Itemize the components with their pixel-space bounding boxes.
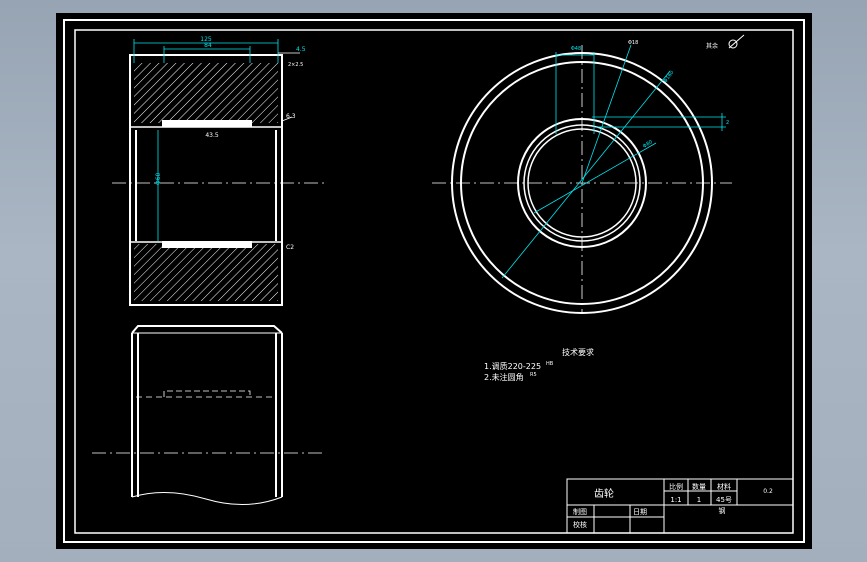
tech-title: 技术要求 xyxy=(562,347,594,357)
gear-drawing: 125 84 4.5 2×2.5 6.3 43.5 Φ60 C2 Φ48 Φ18… xyxy=(63,19,805,543)
part-name: 齿轮 xyxy=(594,487,614,500)
hatch-top xyxy=(134,63,278,123)
dim-circle-right: Φ18 xyxy=(628,40,638,46)
dim-bore-dia: Φ60 xyxy=(155,172,162,185)
scale-value: 1:1 xyxy=(670,496,681,504)
tech-line2: 2.未注圆角 xyxy=(484,372,524,382)
dim-bore-width: 43.5 xyxy=(205,132,219,139)
qty-label: 数量 xyxy=(692,482,706,491)
title-block: 齿轮 比例 数量 材料 1:1 1 45号 0.2 制图 校核 日期 钢 xyxy=(566,478,794,534)
dim-top-inner: 84 xyxy=(204,42,212,49)
roughness-note: 其余 xyxy=(706,42,718,50)
dim-side-right: 6.3 xyxy=(286,113,296,120)
footer-text: 钢 xyxy=(719,506,726,515)
hatch-bottom xyxy=(134,244,278,301)
side-view xyxy=(92,325,326,506)
front-view: Φ48 Φ18 Φ160 Φ80 2 其余 xyxy=(432,34,745,314)
scale-label: 比例 xyxy=(669,482,683,491)
dim-circle-diag: Φ160 xyxy=(663,70,676,84)
material-value: 45号 xyxy=(716,496,732,504)
qty-value: 1 xyxy=(697,496,701,504)
material-label: 材料 xyxy=(717,482,731,491)
dim-right-bottom: C2 xyxy=(286,244,294,251)
dim-circle-top: Φ48 xyxy=(571,46,581,52)
tech-line1-sup: HB xyxy=(546,361,554,367)
dim-side-small: 2 xyxy=(726,120,729,126)
section-view: 125 84 4.5 2×2.5 6.3 43.5 Φ60 C2 xyxy=(112,36,326,306)
date-label: 日期 xyxy=(633,508,647,516)
dim-chamfer-top: 4.5 xyxy=(296,46,306,53)
cad-viewport[interactable]: 125 84 4.5 2×2.5 6.3 43.5 Φ60 C2 Φ48 Φ18… xyxy=(56,13,812,549)
dim-chamfer-small: 2×2.5 xyxy=(288,62,303,68)
tech-line1: 1.调质220-225 xyxy=(484,361,541,371)
tech-line2-sup: R5 xyxy=(530,372,537,378)
technical-requirements: 技术要求 1.调质220-225 HB 2.未注圆角 R5 xyxy=(484,347,594,382)
drawn-label: 制图 xyxy=(573,507,587,516)
checked-label: 校核 xyxy=(573,520,587,529)
drawing-no: 0.2 xyxy=(763,488,773,495)
